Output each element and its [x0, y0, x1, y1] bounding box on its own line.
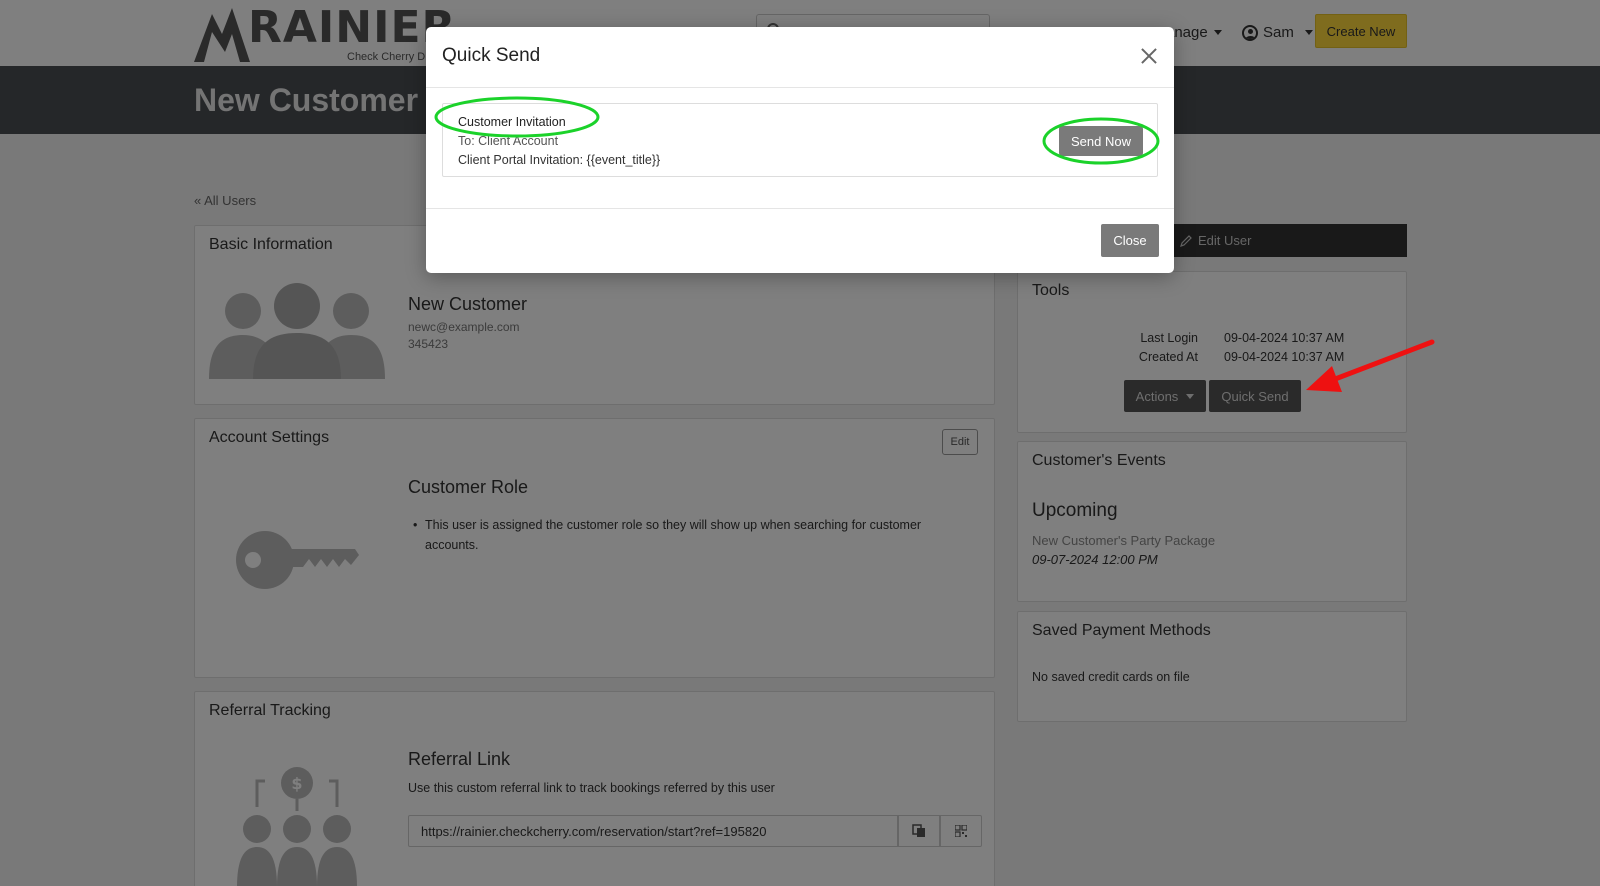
template-name: Customer Invitation — [458, 115, 566, 129]
divider — [426, 87, 1174, 88]
quick-send-modal: Quick Send Customer Invitation To: Clien… — [426, 27, 1174, 273]
template-recipient: To: Client Account — [458, 134, 559, 148]
close-icon[interactable] — [1138, 45, 1160, 67]
divider — [426, 208, 1174, 209]
template-item: Customer Invitation To: Client Account C… — [442, 103, 1158, 177]
modal-title: Quick Send — [442, 45, 541, 66]
close-button[interactable]: Close — [1101, 224, 1159, 257]
template-subject: Client Portal Invitation: {{event_title}… — [458, 153, 661, 167]
send-now-button[interactable]: Send Now — [1059, 126, 1143, 156]
